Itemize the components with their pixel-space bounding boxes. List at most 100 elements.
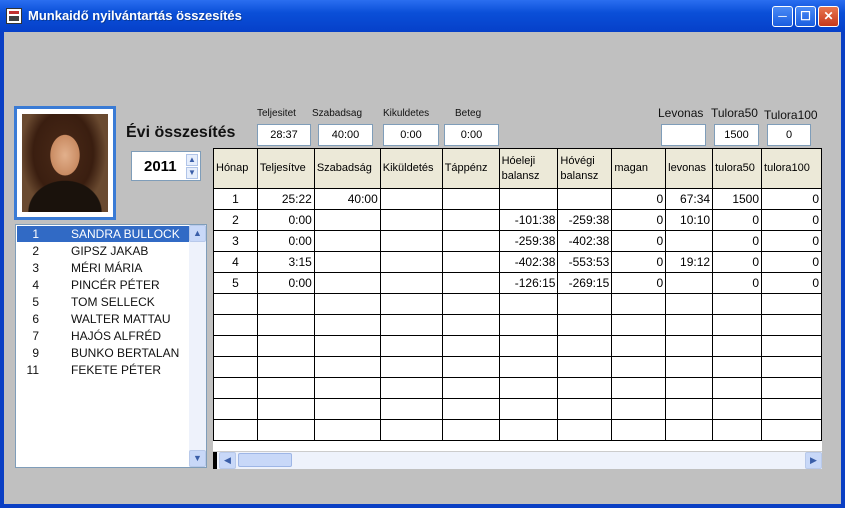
table-cell[interactable]: 2	[213, 209, 258, 231]
table-cell[interactable]	[379, 398, 443, 420]
title-bar[interactable]: Munkaidő nyilvántartás összesítés ─ ☐ ✕	[0, 0, 845, 32]
tulora50-field[interactable]: 1500	[714, 124, 759, 146]
table-cell[interactable]: -269:15	[557, 272, 613, 294]
table-cell[interactable]	[213, 377, 258, 399]
table-cell[interactable]	[441, 209, 500, 231]
szabadsag-field[interactable]: 40:00	[318, 124, 373, 146]
table-cell[interactable]	[665, 377, 714, 399]
table-cell[interactable]	[441, 272, 500, 294]
table-cell[interactable]	[665, 335, 714, 357]
list-item[interactable]: 2 GIPSZ JAKAB	[17, 243, 189, 259]
table-cell[interactable]	[611, 314, 667, 336]
table-cell[interactable]: -259:38	[498, 230, 559, 252]
table-row[interactable]: 1 25:22 40:00 0 67:34 1500 0	[213, 188, 822, 210]
table-cell[interactable]	[379, 272, 443, 294]
table-cell[interactable]: -101:38	[498, 209, 559, 231]
table-cell[interactable]	[441, 314, 500, 336]
table-cell[interactable]: 0	[761, 209, 822, 231]
table-cell[interactable]	[379, 209, 443, 231]
table-cell[interactable]	[256, 314, 315, 336]
empty-row[interactable]	[213, 398, 822, 420]
beteg-field[interactable]: 0:00	[444, 124, 499, 146]
scroll-left-icon[interactable]: ◀	[219, 452, 236, 469]
table-cell[interactable]: 0	[761, 230, 822, 252]
table-cell[interactable]	[379, 335, 443, 357]
column-header[interactable]: Kiküldetés	[379, 148, 443, 189]
table-cell[interactable]	[557, 314, 613, 336]
employee-list[interactable]: 1 SANDRA BULLOCK 2 GIPSZ JAKAB 3 MÉRI MÁRIA 4 P…	[15, 224, 207, 468]
table-cell[interactable]: 0	[712, 230, 763, 252]
table-cell[interactable]	[441, 419, 500, 441]
table-cell[interactable]: 0	[761, 188, 822, 210]
list-item[interactable]: 7 HAJÓS ALFRÉD	[17, 328, 189, 344]
table-cell[interactable]	[712, 314, 763, 336]
table-cell[interactable]	[313, 377, 381, 399]
table-cell[interactable]	[441, 293, 500, 315]
table-cell[interactable]	[557, 293, 613, 315]
table-cell[interactable]: 0	[712, 209, 763, 231]
table-cell[interactable]	[441, 398, 500, 420]
table-cell[interactable]	[761, 314, 822, 336]
table-cell[interactable]	[611, 377, 667, 399]
scroll-thumb[interactable]	[238, 453, 292, 467]
table-cell[interactable]	[256, 356, 315, 378]
maximize-button[interactable]: ☐	[795, 6, 816, 27]
table-cell[interactable]	[665, 398, 714, 420]
table-cell[interactable]	[498, 188, 559, 210]
table-cell[interactable]	[379, 251, 443, 273]
table-cell[interactable]	[313, 230, 381, 252]
list-item[interactable]: 3 MÉRI MÁRIA	[17, 260, 189, 276]
table-cell[interactable]: -259:38	[557, 209, 613, 231]
table-cell[interactable]	[379, 293, 443, 315]
year-up-icon[interactable]: ▲	[186, 154, 198, 166]
column-header[interactable]: Szabadság	[313, 148, 381, 189]
table-cell[interactable]	[256, 377, 315, 399]
table-cell[interactable]: 5	[213, 272, 258, 294]
table-cell[interactable]	[557, 377, 613, 399]
table-cell[interactable]	[256, 335, 315, 357]
table-cell[interactable]	[665, 272, 714, 294]
table-cell[interactable]: -553:53	[557, 251, 613, 273]
table-cell[interactable]	[498, 293, 559, 315]
table-cell[interactable]	[313, 356, 381, 378]
table-cell[interactable]: 19:12	[665, 251, 714, 273]
list-item[interactable]: 9 BUNKO BERTALAN	[17, 345, 189, 361]
table-cell[interactable]: 0:00	[256, 272, 315, 294]
table-cell[interactable]	[441, 335, 500, 357]
table-cell[interactable]	[761, 398, 822, 420]
table-cell[interactable]	[761, 377, 822, 399]
table-cell[interactable]: 1	[213, 188, 258, 210]
table-cell[interactable]: 0:00	[256, 230, 315, 252]
table-cell[interactable]: 67:34	[665, 188, 714, 210]
empty-row[interactable]	[213, 356, 822, 378]
table-cell[interactable]	[256, 398, 315, 420]
table-cell[interactable]	[379, 314, 443, 336]
grid-hscrollbar[interactable]: ◀ ▶	[213, 451, 822, 469]
list-item[interactable]: 5 TOM SELLECK	[17, 294, 189, 310]
close-button[interactable]: ✕	[818, 6, 839, 27]
table-cell[interactable]	[441, 377, 500, 399]
table-cell[interactable]: 1500	[712, 188, 763, 210]
table-cell[interactable]	[379, 356, 443, 378]
table-cell[interactable]	[313, 335, 381, 357]
empty-row[interactable]	[213, 419, 822, 441]
table-cell[interactable]	[379, 188, 443, 210]
column-header[interactable]: tulora50	[712, 148, 763, 189]
table-cell[interactable]	[761, 419, 822, 441]
table-cell[interactable]: -126:15	[498, 272, 559, 294]
table-cell[interactable]	[379, 230, 443, 252]
table-cell[interactable]: 4	[213, 251, 258, 273]
table-cell[interactable]: 0	[712, 251, 763, 273]
table-cell[interactable]: 0	[611, 209, 667, 231]
table-cell[interactable]	[712, 377, 763, 399]
table-cell[interactable]	[557, 419, 613, 441]
table-cell[interactable]	[665, 293, 714, 315]
list-item[interactable]: 1 SANDRA BULLOCK	[17, 226, 189, 242]
table-cell[interactable]	[256, 419, 315, 441]
table-cell[interactable]: 0:00	[256, 209, 315, 231]
table-cell[interactable]: -402:38	[557, 230, 613, 252]
table-cell[interactable]	[557, 356, 613, 378]
app-icon[interactable]	[6, 8, 22, 24]
table-cell[interactable]	[498, 314, 559, 336]
table-cell[interactable]: 40:00	[313, 188, 381, 210]
